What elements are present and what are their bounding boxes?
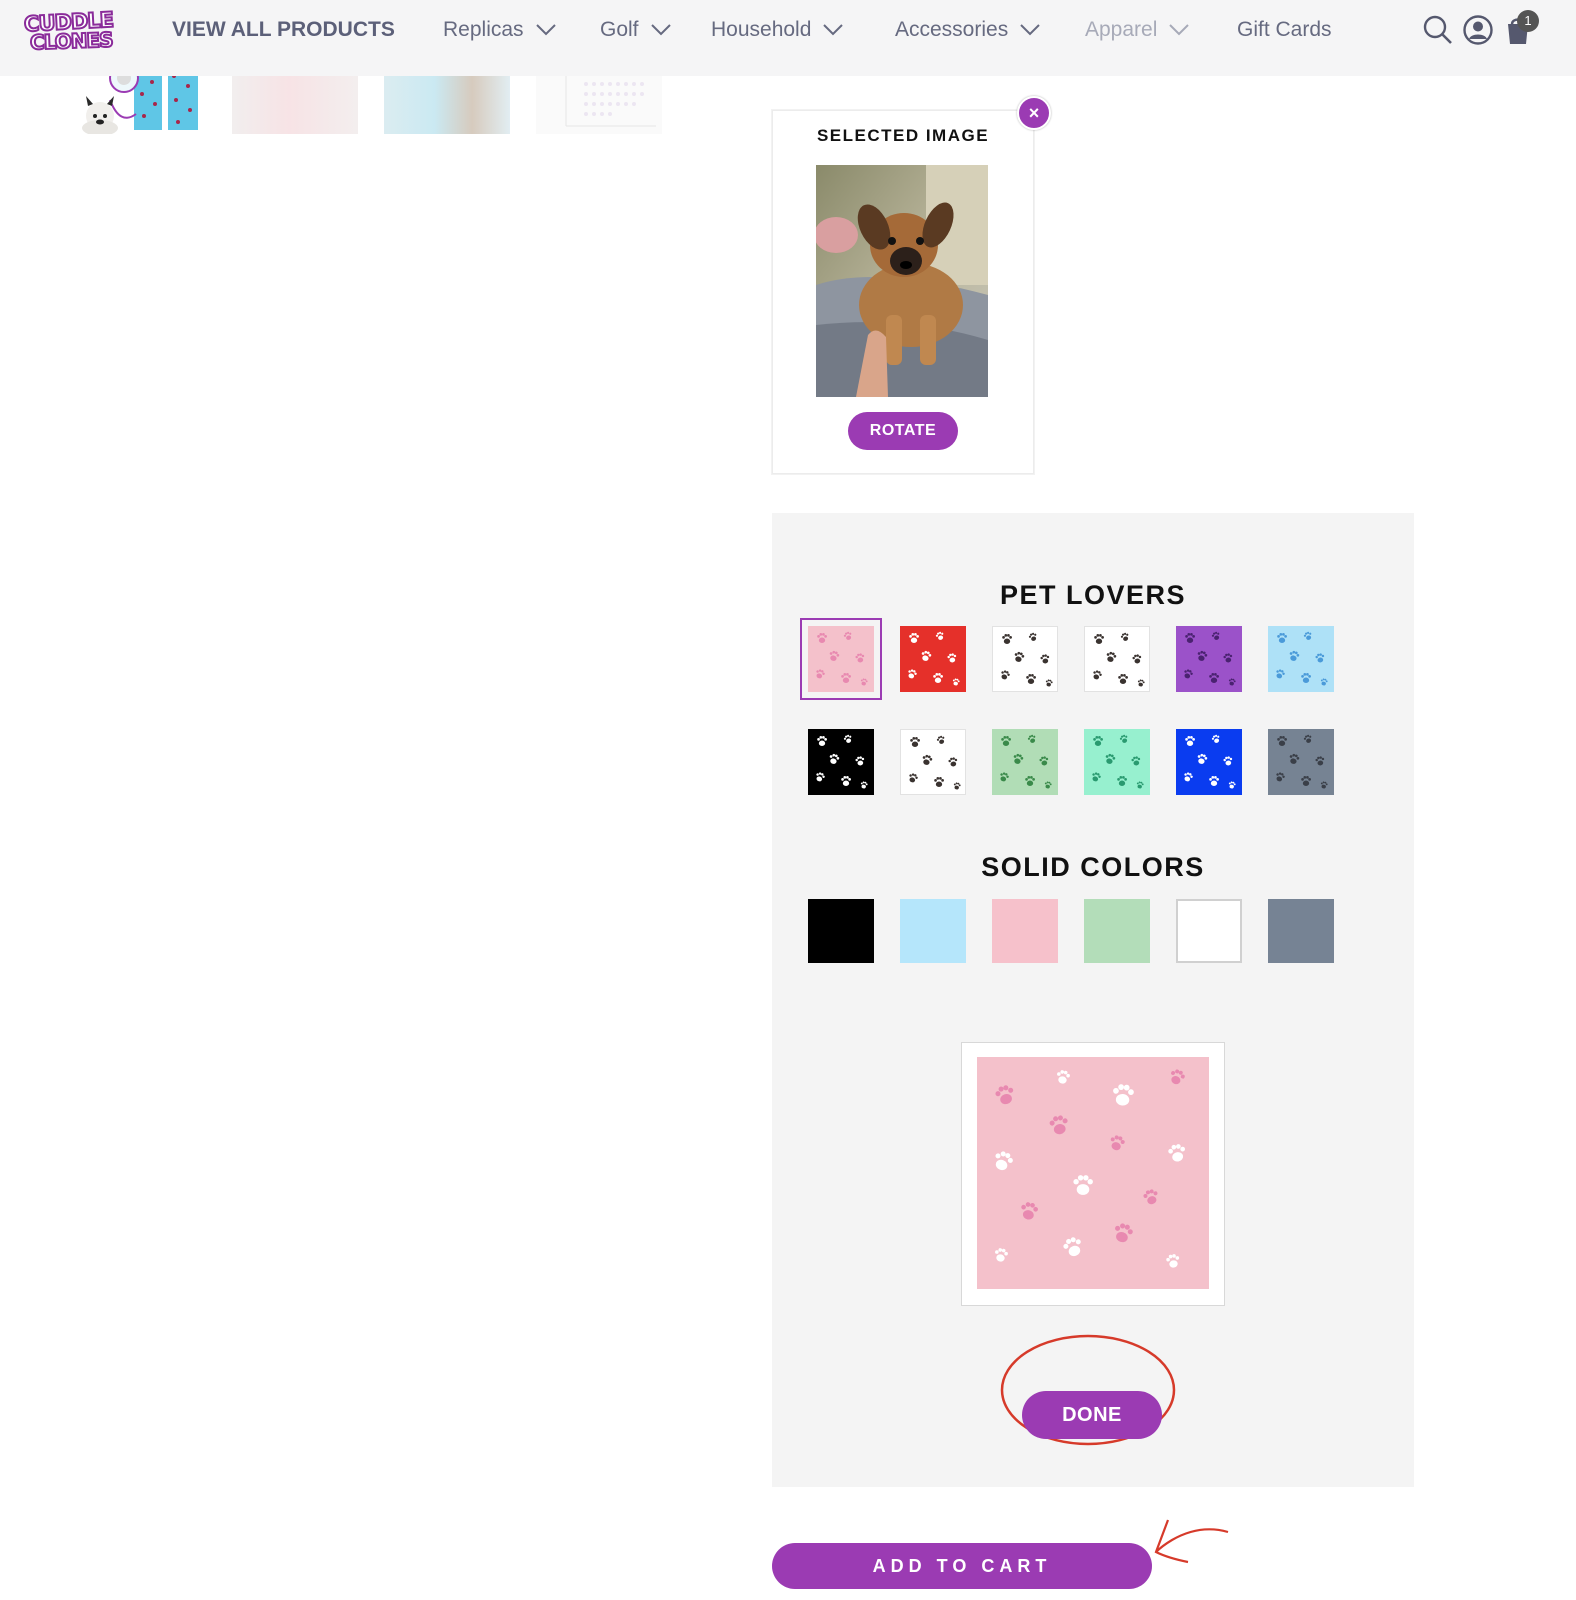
pattern-swatch[interactable] bbox=[1084, 729, 1150, 795]
pattern-swatch[interactable] bbox=[1176, 626, 1242, 692]
pattern-swatch[interactable] bbox=[800, 618, 882, 700]
nav-label: Household bbox=[711, 18, 812, 41]
nav-label: Golf bbox=[600, 18, 639, 41]
nav-label: VIEW ALL PRODUCTS bbox=[172, 18, 395, 41]
solid-color-swatch[interactable] bbox=[808, 899, 874, 963]
pattern-swatch[interactable] bbox=[900, 626, 966, 692]
chevron-down-icon bbox=[1020, 24, 1040, 36]
nav-accessories[interactable]: Accessories bbox=[895, 18, 1040, 42]
close-icon[interactable]: × bbox=[1017, 96, 1051, 130]
pattern-swatch[interactable] bbox=[1176, 729, 1242, 795]
account-icon[interactable] bbox=[1462, 14, 1494, 46]
solid-color-swatch[interactable] bbox=[1084, 899, 1150, 963]
solid-color-swatch[interactable] bbox=[1176, 899, 1242, 963]
dog-photo-image bbox=[816, 165, 988, 397]
paw-pattern bbox=[995, 1069, 1185, 1268]
nav-household[interactable]: Household bbox=[711, 18, 844, 42]
nav-label: Gift Cards bbox=[1237, 18, 1332, 41]
search-icon[interactable] bbox=[1422, 14, 1454, 46]
pattern-swatch[interactable] bbox=[900, 729, 966, 795]
site-header: CUDDLE CLONES VIEW ALL PRODUCTS Replicas… bbox=[0, 0, 1576, 76]
chevron-down-icon bbox=[1169, 24, 1190, 36]
pattern-preview-image bbox=[977, 1057, 1209, 1289]
nav-apparel[interactable]: Apparel bbox=[1085, 18, 1190, 42]
pattern-preview bbox=[961, 1042, 1225, 1306]
selected-image-card: SELECTED IMAGE ROTATE bbox=[772, 110, 1034, 474]
logo-line2: CLONES bbox=[29, 27, 114, 56]
rotate-button[interactable]: ROTATE bbox=[848, 412, 958, 450]
pattern-swatch[interactable] bbox=[1084, 626, 1150, 692]
done-button[interactable]: DONE bbox=[1022, 1391, 1162, 1439]
selected-image-title: SELECTED IMAGE bbox=[816, 126, 990, 145]
solid-color-swatch[interactable] bbox=[900, 899, 966, 963]
solid-color-swatch[interactable] bbox=[1268, 899, 1334, 963]
nav-view-all-products[interactable]: VIEW ALL PRODUCTS bbox=[172, 18, 395, 42]
pattern-swatch[interactable] bbox=[1268, 626, 1334, 692]
chevron-down-icon bbox=[823, 24, 844, 36]
solid-colors-title: SOLID COLORS bbox=[981, 852, 1205, 882]
chevron-down-icon bbox=[650, 24, 671, 36]
pet-lovers-title: PET LOVERS bbox=[999, 580, 1187, 610]
cuddle-clones-logo[interactable]: CUDDLE CLONES bbox=[22, 7, 120, 56]
chevron-down-icon bbox=[535, 24, 556, 36]
pattern-swatch[interactable] bbox=[1268, 729, 1334, 795]
nav-replicas[interactable]: Replicas bbox=[443, 18, 556, 42]
nav-label: Apparel bbox=[1085, 18, 1158, 41]
solid-color-swatch[interactable] bbox=[992, 899, 1058, 963]
pattern-swatch[interactable] bbox=[808, 729, 874, 795]
nav-golf[interactable]: Golf bbox=[600, 18, 671, 42]
nav-label: Accessories bbox=[895, 18, 1009, 41]
cart-count-badge: 1 bbox=[1517, 10, 1539, 32]
pattern-swatch[interactable] bbox=[992, 626, 1058, 692]
pattern-swatch[interactable] bbox=[992, 729, 1058, 795]
nav-label: Replicas bbox=[443, 18, 524, 41]
selected-pet-photo bbox=[816, 165, 988, 397]
annotation-arrow bbox=[1154, 1519, 1229, 1564]
nav-gift-cards[interactable]: Gift Cards bbox=[1237, 18, 1332, 42]
add-to-cart-button[interactable]: ADD TO CART bbox=[772, 1543, 1152, 1589]
pattern-selector-panel: PET LOVERS SOLID COLORS DONE bbox=[772, 513, 1414, 1487]
